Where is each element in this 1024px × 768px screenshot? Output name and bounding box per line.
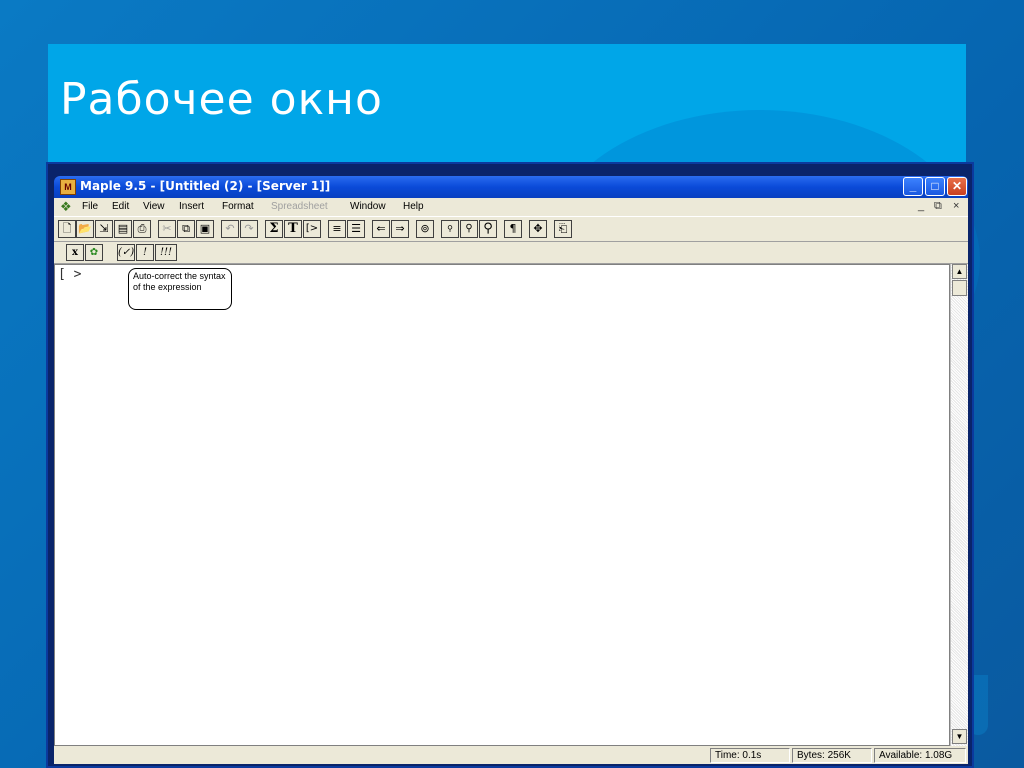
zoom-small-icon[interactable]: ⚲ [441, 220, 459, 238]
undo-icon[interactable]: ↶ [221, 220, 239, 238]
context-toolbar: x ✿ (✓) ! !!! [54, 242, 968, 264]
menu-window[interactable]: Window [350, 201, 386, 212]
worksheet[interactable]: [ > Auto-correct the syntax of the expre… [54, 264, 950, 746]
maximize-button[interactable]: □ [925, 177, 945, 196]
zoom-large-icon[interactable]: ⚲ [479, 220, 497, 238]
status-time: Time: 0.1s [710, 748, 790, 763]
prompt-icon[interactable]: [> [303, 220, 321, 238]
minimize-button[interactable]: _ [903, 177, 923, 196]
window-client: ❖ File Edit View Insert Format Spreadshe… [54, 198, 968, 764]
menu-spreadsheet: Spreadsheet [271, 201, 328, 212]
scroll-thumb[interactable] [952, 280, 967, 296]
copy-icon[interactable]: ⧉ [177, 220, 195, 238]
scroll-up-icon[interactable]: ▲ [952, 264, 967, 279]
menu-edit[interactable]: Edit [112, 201, 129, 212]
forward-icon[interactable]: ⇒ [391, 220, 409, 238]
menu-help[interactable]: Help [403, 201, 424, 212]
menu-format[interactable]: Format [222, 201, 254, 212]
save-icon[interactable]: ▤ [114, 220, 132, 238]
menu-insert[interactable]: Insert [179, 201, 204, 212]
status-bar: Time: 0.1s Bytes: 256K Available: 1.08G [54, 746, 968, 764]
status-available: Available: 1.08G [874, 748, 966, 763]
menu-file[interactable]: File [82, 201, 98, 212]
maple-leaf-mode-icon[interactable]: ✿ [85, 244, 103, 261]
back-icon[interactable]: ⇐ [372, 220, 390, 238]
math-input-icon[interactable]: Σ [265, 220, 283, 238]
math-x-icon[interactable]: x [66, 244, 84, 261]
main-toolbar: 🗋 📂 ⇲ ▤ ⎙ ✂ ⧉ ▣ ↶ ↷ Σ T [> ≡ ☰ ⇐ ⇒ ⊚ ⚲ ⚲… [54, 216, 968, 242]
expand-icon[interactable]: ✥ [529, 220, 547, 238]
maple-window: M Maple 9.5 - [Untitled (2) - [Server 1]… [46, 162, 974, 768]
new-icon[interactable]: 🗋 [58, 220, 76, 238]
scroll-down-icon[interactable]: ▼ [952, 729, 967, 744]
status-bytes: Bytes: 256K [792, 748, 872, 763]
open-url-icon[interactable]: ⇲ [95, 220, 113, 238]
restart-icon[interactable]: ⎗ [554, 220, 572, 238]
close-button[interactable]: ✕ [947, 177, 967, 196]
auto-correct-syntax-icon[interactable]: (✓) [117, 244, 135, 261]
cut-icon[interactable]: ✂ [158, 220, 176, 238]
print-icon[interactable]: ⎙ [133, 220, 151, 238]
pilcrow-icon[interactable]: ¶ [504, 220, 522, 238]
input-prompt[interactable]: [ > [58, 267, 81, 282]
mdi-restore-button[interactable]: ⧉ [934, 200, 942, 213]
open-icon[interactable]: 📂 [76, 220, 94, 238]
mdi-minimize-button[interactable]: _ [918, 200, 924, 212]
title-bar[interactable]: M Maple 9.5 - [Untitled (2) - [Server 1]… [54, 176, 968, 198]
redo-icon[interactable]: ↷ [240, 220, 258, 238]
vertical-scrollbar[interactable]: ▲ ▼ [950, 264, 968, 746]
execute-all-icon[interactable]: !!! [155, 244, 177, 261]
zoom-medium-icon[interactable]: ⚲ [460, 220, 478, 238]
outdent-icon[interactable]: ☰ [347, 220, 365, 238]
maple-leaf-icon[interactable]: M [60, 179, 76, 195]
text-input-icon[interactable]: T [284, 220, 302, 238]
document-icon[interactable]: ❖ [60, 200, 74, 214]
menu-bar: ❖ File Edit View Insert Format Spreadshe… [54, 198, 968, 216]
window-title: Maple 9.5 - [Untitled (2) - [Server 1]] [80, 179, 331, 193]
execute-icon[interactable]: ! [136, 244, 154, 261]
slide-title: Рабочее окно [60, 74, 383, 125]
menu-view[interactable]: View [143, 201, 165, 212]
tooltip: Auto-correct the syntax of the expressio… [128, 268, 232, 310]
mdi-close-button[interactable]: × [953, 200, 959, 212]
indent-icon[interactable]: ≡ [328, 220, 346, 238]
stop-icon[interactable]: ⊚ [416, 220, 434, 238]
paste-icon[interactable]: ▣ [196, 220, 214, 238]
